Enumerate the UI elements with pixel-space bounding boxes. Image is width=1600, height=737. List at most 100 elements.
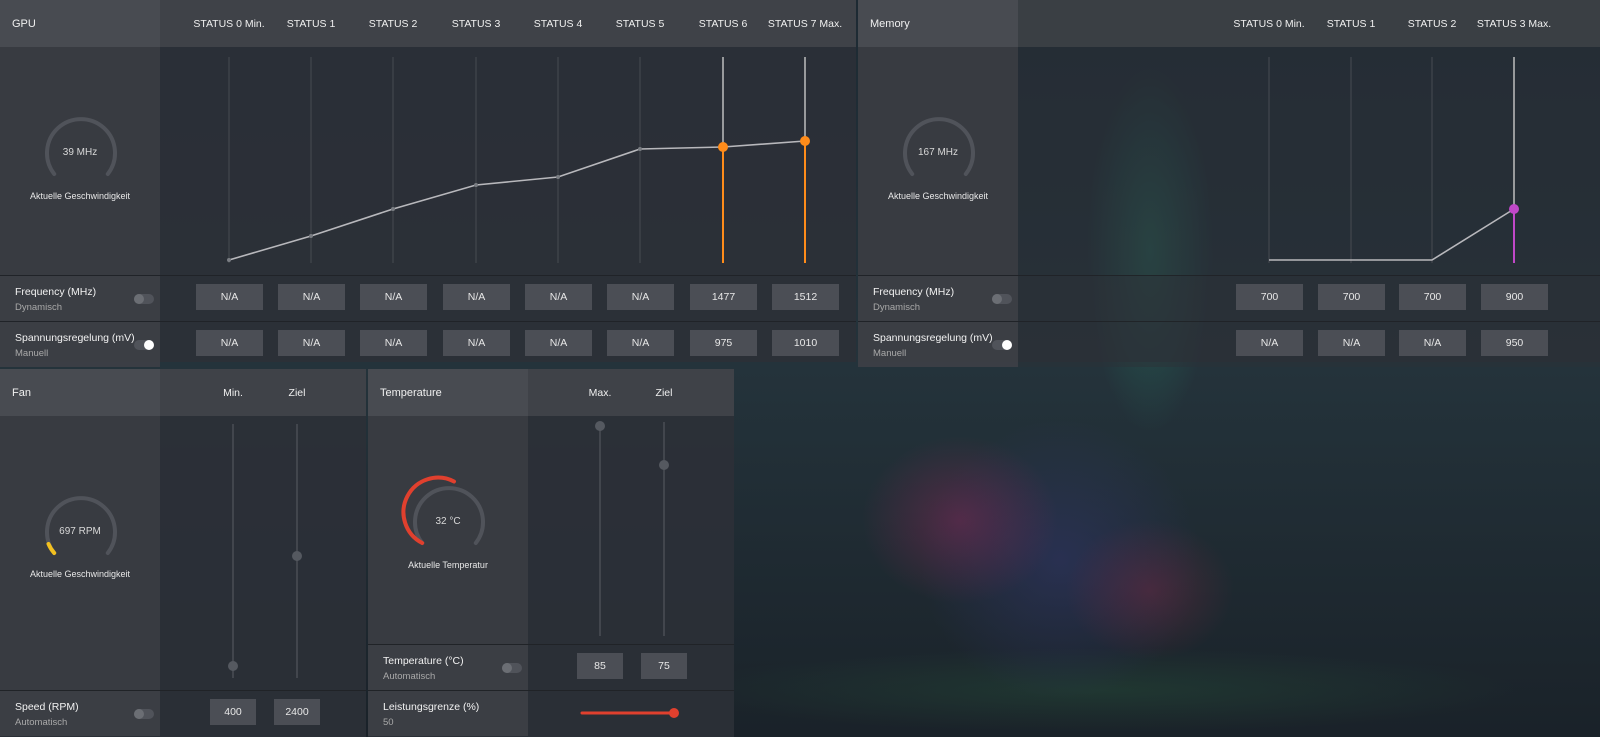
temperature-title: Temperature — [380, 387, 442, 399]
fan-speed-toggle[interactable] — [134, 709, 154, 719]
fan-panel: Fan Min. Ziel 697 RPM Aktuelle Geschwind… — [0, 369, 366, 737]
memory-frequency-state-2[interactable]: 700 — [1399, 284, 1466, 310]
memory-state-2-header: STATUS 2 — [1407, 18, 1457, 30]
gpu-state-6-header: STATUS 6 — [698, 18, 748, 30]
temperature-row: Temperature (°C) Automatisch 85 75 — [368, 644, 734, 690]
temperature-row-label: Temperature (°C) — [383, 655, 464, 667]
fan-speed-row: Speed (RPM) Automatisch 400 2400 — [0, 690, 366, 736]
fan-target-value[interactable]: 2400 — [274, 699, 320, 725]
memory-voltage-label: Spannungsregelung (mV) — [873, 332, 993, 344]
gpu-state-4-header: STATUS 4 — [533, 18, 583, 30]
gpu-voltage-row: Spannungsregelung (mV) Manuell N/A N/A N… — [0, 321, 856, 367]
gpu-gauge-value: 39 MHz — [62, 147, 98, 158]
gpu-voltage-state-4[interactable]: N/A — [525, 330, 592, 356]
gpu-frequency-state-3[interactable]: N/A — [443, 284, 510, 310]
temperature-gauge — [401, 475, 485, 545]
memory-state-curve[interactable] — [1018, 47, 1600, 275]
fan-speed-label: Speed (RPM) — [15, 701, 79, 713]
fan-speed-gauge — [45, 496, 117, 555]
gpu-title: GPU — [12, 18, 36, 30]
gpu-state-4-point — [556, 175, 560, 179]
gpu-state-2-point — [391, 207, 395, 211]
memory-state-3-header: STATUS 3 Max. — [1476, 18, 1552, 30]
gpu-state-7-header: STATUS 7 Max. — [767, 18, 843, 30]
gpu-state-2-header: STATUS 2 — [368, 18, 418, 30]
fan-title: Fan — [12, 387, 31, 399]
gpu-state-5-header: STATUS 5 — [615, 18, 665, 30]
gpu-state-0-header: STATUS 0 Min. — [193, 18, 265, 30]
fan-target-header: Ziel — [288, 387, 306, 399]
fan-sliders[interactable] — [160, 416, 366, 690]
power-limit-slider[interactable] — [528, 691, 734, 736]
memory-frequency-toggle[interactable] — [992, 294, 1012, 304]
gpu-frequency-state-4[interactable]: N/A — [525, 284, 592, 310]
fan-min-handle — [228, 661, 238, 671]
temperature-panel: Temperature Max. Ziel 32 °C Aktuelle Tem… — [368, 369, 734, 737]
fan-gauge-value: 697 RPM — [59, 526, 101, 537]
memory-voltage-state-0[interactable]: N/A — [1236, 330, 1303, 356]
temperature-sliders[interactable] — [528, 416, 734, 644]
gpu-voltage-mode: Manuell — [15, 348, 49, 359]
gpu-voltage-state-7[interactable]: 1010 — [772, 330, 839, 356]
gpu-state-6-handle — [718, 142, 728, 152]
temperature-toggle[interactable] — [502, 663, 522, 673]
temperature-gauge-label: Aktuelle Temperatur — [408, 560, 488, 570]
memory-frequency-state-1[interactable]: 700 — [1318, 284, 1385, 310]
memory-panel: Memory STATUS 0 Min. STATUS 1 STATUS 2 S… — [858, 0, 1600, 367]
temperature-gauge-value: 32 °C — [435, 516, 461, 527]
gpu-voltage-state-2[interactable]: N/A — [360, 330, 427, 356]
gpu-voltage-state-0[interactable]: N/A — [196, 330, 263, 356]
memory-voltage-row: Spannungsregelung (mV) Manuell N/A N/A N… — [858, 321, 1600, 367]
fan-min-value[interactable]: 400 — [210, 699, 256, 725]
memory-frequency-label: Frequency (MHz) — [873, 286, 955, 298]
gpu-state-curve[interactable] — [160, 47, 856, 275]
temperature-target-header: Ziel — [655, 387, 673, 399]
memory-header: Memory STATUS 0 Min. STATUS 1 STATUS 2 S… — [858, 0, 1600, 47]
gpu-voltage-toggle[interactable] — [134, 340, 154, 350]
temperature-max-value[interactable]: 85 — [577, 653, 623, 679]
memory-frequency-row: Frequency (MHz) Dynamisch 700 700 700 90… — [858, 275, 1600, 321]
temperature-max-handle — [595, 421, 605, 431]
fan-target-handle — [292, 551, 302, 561]
gpu-voltage-state-6[interactable]: 975 — [690, 330, 757, 356]
gpu-state-5-point — [638, 147, 642, 151]
gpu-voltage-state-5[interactable]: N/A — [607, 330, 674, 356]
temperature-row-mode: Automatisch — [383, 671, 436, 682]
fan-header: Fan Min. Ziel — [0, 369, 366, 416]
temperature-target-value[interactable]: 75 — [641, 653, 687, 679]
gpu-voltage-state-1[interactable]: N/A — [278, 330, 345, 356]
gpu-frequency-state-7[interactable]: 1512 — [772, 284, 839, 310]
fan-gauge-area: 697 RPM Aktuelle Geschwindigkeit — [0, 416, 160, 690]
memory-voltage-toggle[interactable] — [992, 340, 1012, 350]
memory-voltage-state-2[interactable]: N/A — [1399, 330, 1466, 356]
memory-gauge-label: Aktuelle Geschwindigkeit — [887, 191, 989, 201]
gpu-frequency-state-1[interactable]: N/A — [278, 284, 345, 310]
memory-speed-gauge — [903, 117, 975, 176]
gpu-frequency-label: Frequency (MHz) — [15, 286, 97, 298]
temperature-header: Temperature Max. Ziel — [368, 369, 734, 416]
gpu-frequency-mode: Dynamisch — [15, 302, 62, 313]
gpu-state-7-handle — [800, 136, 810, 146]
memory-gauge-value: 167 MHz — [917, 147, 958, 158]
gpu-frequency-state-2[interactable]: N/A — [360, 284, 427, 310]
gpu-curve-line — [228, 140, 806, 261]
memory-curve-line — [1269, 208, 1515, 261]
fan-gauge-label: Aktuelle Geschwindigkeit — [29, 569, 131, 579]
memory-frequency-mode: Dynamisch — [873, 302, 920, 313]
gpu-voltage-state-3[interactable]: N/A — [443, 330, 510, 356]
memory-voltage-state-3[interactable]: 950 — [1481, 330, 1548, 356]
memory-frequency-state-0[interactable]: 700 — [1236, 284, 1303, 310]
memory-voltage-mode: Manuell — [873, 348, 907, 359]
memory-gauge-area: 167 MHz Aktuelle Geschwindigkeit — [858, 47, 1018, 275]
gpu-frequency-toggle[interactable] — [134, 294, 154, 304]
temperature-gauge-area: 32 °C Aktuelle Temperatur — [368, 416, 528, 644]
gpu-frequency-state-6[interactable]: 1477 — [690, 284, 757, 310]
power-limit-value: 50 — [383, 717, 394, 728]
temperature-target-handle — [659, 460, 669, 470]
gpu-frequency-state-5[interactable]: N/A — [607, 284, 674, 310]
memory-frequency-state-3[interactable]: 900 — [1481, 284, 1548, 310]
power-limit-handle — [669, 708, 679, 718]
memory-voltage-state-1[interactable]: N/A — [1318, 330, 1385, 356]
memory-title: Memory — [870, 18, 910, 30]
gpu-frequency-state-0[interactable]: N/A — [196, 284, 263, 310]
